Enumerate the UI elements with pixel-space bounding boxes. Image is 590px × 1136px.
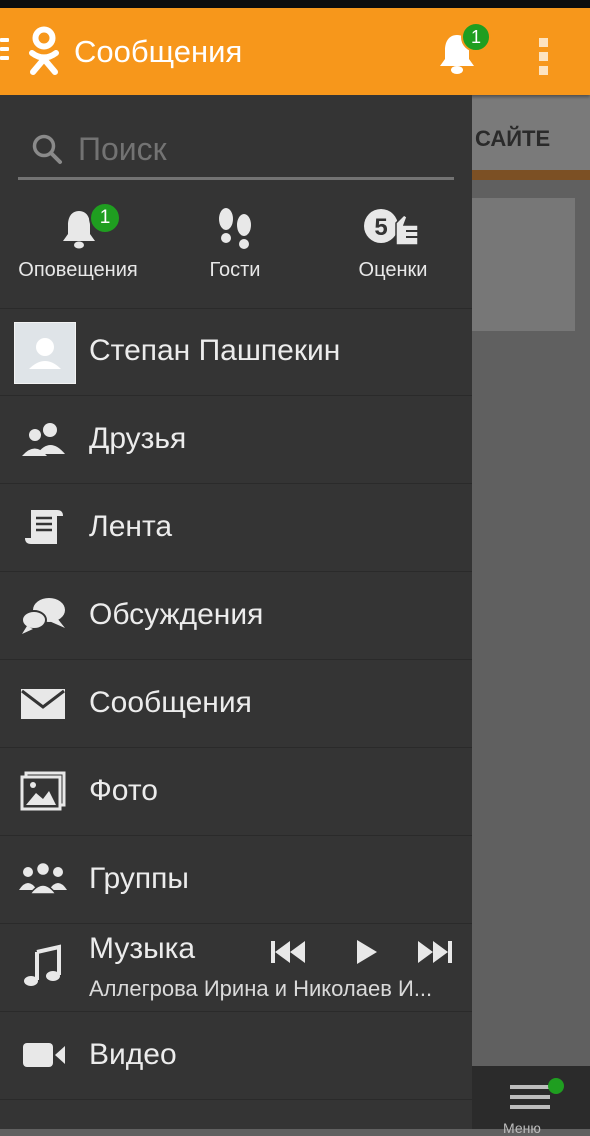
menu-notification-dot	[548, 1078, 564, 1094]
menu-item-video[interactable]: Видео	[0, 1012, 472, 1100]
menu-item-label: Друзья	[89, 422, 187, 455]
navigation-drawer: 1 Оповещения Гости 5 Оценки	[0, 95, 472, 1129]
quick-action-label: Оповещения	[18, 259, 138, 281]
play-icon[interactable]	[349, 936, 389, 968]
user-silhouette-icon	[29, 338, 61, 369]
odnoklassniki-logo-icon[interactable]	[26, 26, 62, 78]
app-bar: Сообщения 1	[0, 8, 590, 95]
overflow-menu-icon[interactable]	[539, 38, 551, 80]
menu-item-photo[interactable]: Фото	[0, 748, 472, 836]
menu-item-label: Обсуждения	[89, 598, 264, 631]
menu-item-friends[interactable]: Друзья	[0, 396, 472, 484]
video-camera-icon	[23, 1043, 65, 1067]
menu-item-label: Фото	[89, 774, 158, 807]
notification-badge: 1	[461, 22, 491, 52]
photo-icon	[20, 771, 66, 811]
rating-five-icon: 5	[364, 209, 419, 246]
menu-item-label: Лента	[89, 510, 173, 543]
next-track-icon[interactable]	[415, 936, 455, 968]
search-icon	[32, 134, 62, 164]
status-bar	[0, 0, 590, 8]
svg-text:5: 5	[374, 214, 387, 241]
menu-item-label: Сообщения	[89, 686, 252, 719]
avatar	[14, 322, 76, 384]
quick-action-label: Гости	[209, 259, 261, 281]
menu-item-label: Видео	[89, 1038, 177, 1071]
menu-icon[interactable]	[510, 1085, 550, 1115]
quick-action-notifications[interactable]: 1 Оповещения	[0, 198, 156, 308]
search-field[interactable]	[18, 125, 454, 180]
quick-action-ratings[interactable]: 5 Оценки	[314, 198, 472, 308]
menu-item-music[interactable]: Музыка Аллегрова Ирина и Николаев И...	[0, 924, 472, 1012]
feed-icon	[25, 510, 63, 544]
quick-action-label: Оценки	[358, 259, 428, 281]
background-card	[472, 198, 575, 331]
partial-icon	[19, 1120, 67, 1129]
menu-list: Степан Пашпекин Друзья Лента Обсуждения …	[0, 308, 472, 1129]
menu-item-messages[interactable]: Сообщения	[0, 660, 472, 748]
drawer-toggle-icon[interactable]	[0, 38, 10, 65]
background-tab-label: САЙТЕ	[475, 126, 551, 151]
discussions-icon	[21, 598, 65, 634]
previous-track-icon[interactable]	[268, 936, 308, 968]
groups-icon	[19, 861, 67, 895]
menu-item-partial[interactable]	[0, 1100, 472, 1129]
menu-item-feed[interactable]: Лента	[0, 484, 472, 572]
menu-item-label: Музыка	[89, 932, 196, 965]
now-playing-text: Аллегрова Ирина и Николаев И...	[89, 976, 433, 1001]
search-input[interactable]	[78, 127, 438, 171]
friends-icon	[22, 423, 65, 456]
bottom-nav-menu-label[interactable]: Меню	[503, 1120, 541, 1136]
music-note-icon	[24, 944, 61, 986]
footprints-icon	[219, 208, 251, 249]
quick-action-guests[interactable]: Гости	[156, 198, 314, 308]
quick-actions: 1 Оповещения Гости 5 Оценки	[0, 198, 472, 309]
menu-item-groups[interactable]: Группы	[0, 836, 472, 924]
profile-name: Степан Пашпекин	[89, 334, 341, 367]
notifications-count-badge: 1	[89, 202, 121, 234]
menu-item-label: Группы	[89, 862, 189, 895]
background-tab-indicator	[472, 170, 590, 180]
menu-item-discussions[interactable]: Обсуждения	[0, 572, 472, 660]
profile-row[interactable]: Степан Пашпекин	[0, 308, 472, 396]
envelope-icon	[21, 689, 65, 719]
page-title: Сообщения	[74, 34, 243, 69]
